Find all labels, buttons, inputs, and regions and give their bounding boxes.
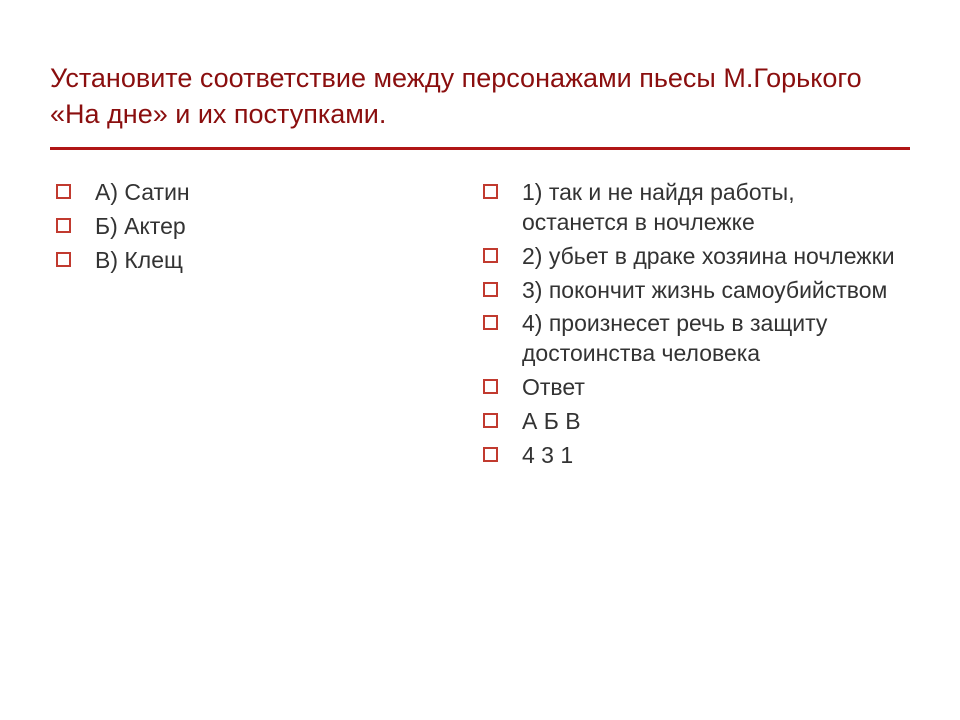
item-text: Б) Актер xyxy=(95,212,186,242)
list-item: 4 3 1 xyxy=(477,441,907,471)
item-text: 4) произнесет речь в защиту достоинства … xyxy=(522,309,907,369)
square-bullet-icon xyxy=(56,252,71,267)
item-text: А) Сатин xyxy=(95,178,190,208)
square-bullet-icon xyxy=(483,248,498,263)
square-bullet-icon xyxy=(483,282,498,297)
square-bullet-icon xyxy=(56,184,71,199)
title-block: Установите соответствие между персонажам… xyxy=(50,60,910,133)
item-text: 1) так и не найдя работы, останется в но… xyxy=(522,178,907,238)
list-item: 3) покончит жизнь самоубийством xyxy=(477,276,907,306)
list-item: Б) Актер xyxy=(50,212,437,242)
square-bullet-icon xyxy=(483,447,498,462)
list-item: 1) так и не найдя работы, останется в но… xyxy=(477,178,907,238)
square-bullet-icon xyxy=(56,218,71,233)
square-bullet-icon xyxy=(483,413,498,428)
list-item: А Б В xyxy=(477,407,907,437)
list-item: В) Клещ xyxy=(50,246,437,276)
item-text: 3) покончит жизнь самоубийством xyxy=(522,276,887,306)
content-columns: А) Сатин Б) Актер В) Клещ 1) так и не на… xyxy=(50,178,910,475)
left-column: А) Сатин Б) Актер В) Клещ xyxy=(50,178,437,475)
list-item: А) Сатин xyxy=(50,178,437,208)
square-bullet-icon xyxy=(483,184,498,199)
item-text: 4 3 1 xyxy=(522,441,573,471)
item-text: Ответ xyxy=(522,373,585,403)
square-bullet-icon xyxy=(483,315,498,330)
list-item: Ответ xyxy=(477,373,907,403)
square-bullet-icon xyxy=(483,379,498,394)
list-item: 2) убьет в драке хозяина ночлежки xyxy=(477,242,907,272)
slide-title: Установите соответствие между персонажам… xyxy=(50,60,910,133)
item-text: В) Клещ xyxy=(95,246,183,276)
list-item: 4) произнесет речь в защиту достоинства … xyxy=(477,309,907,369)
right-column: 1) так и не найдя работы, останется в но… xyxy=(477,178,907,475)
item-text: А Б В xyxy=(522,407,581,437)
item-text: 2) убьет в драке хозяина ночлежки xyxy=(522,242,895,272)
title-underline xyxy=(50,147,910,150)
